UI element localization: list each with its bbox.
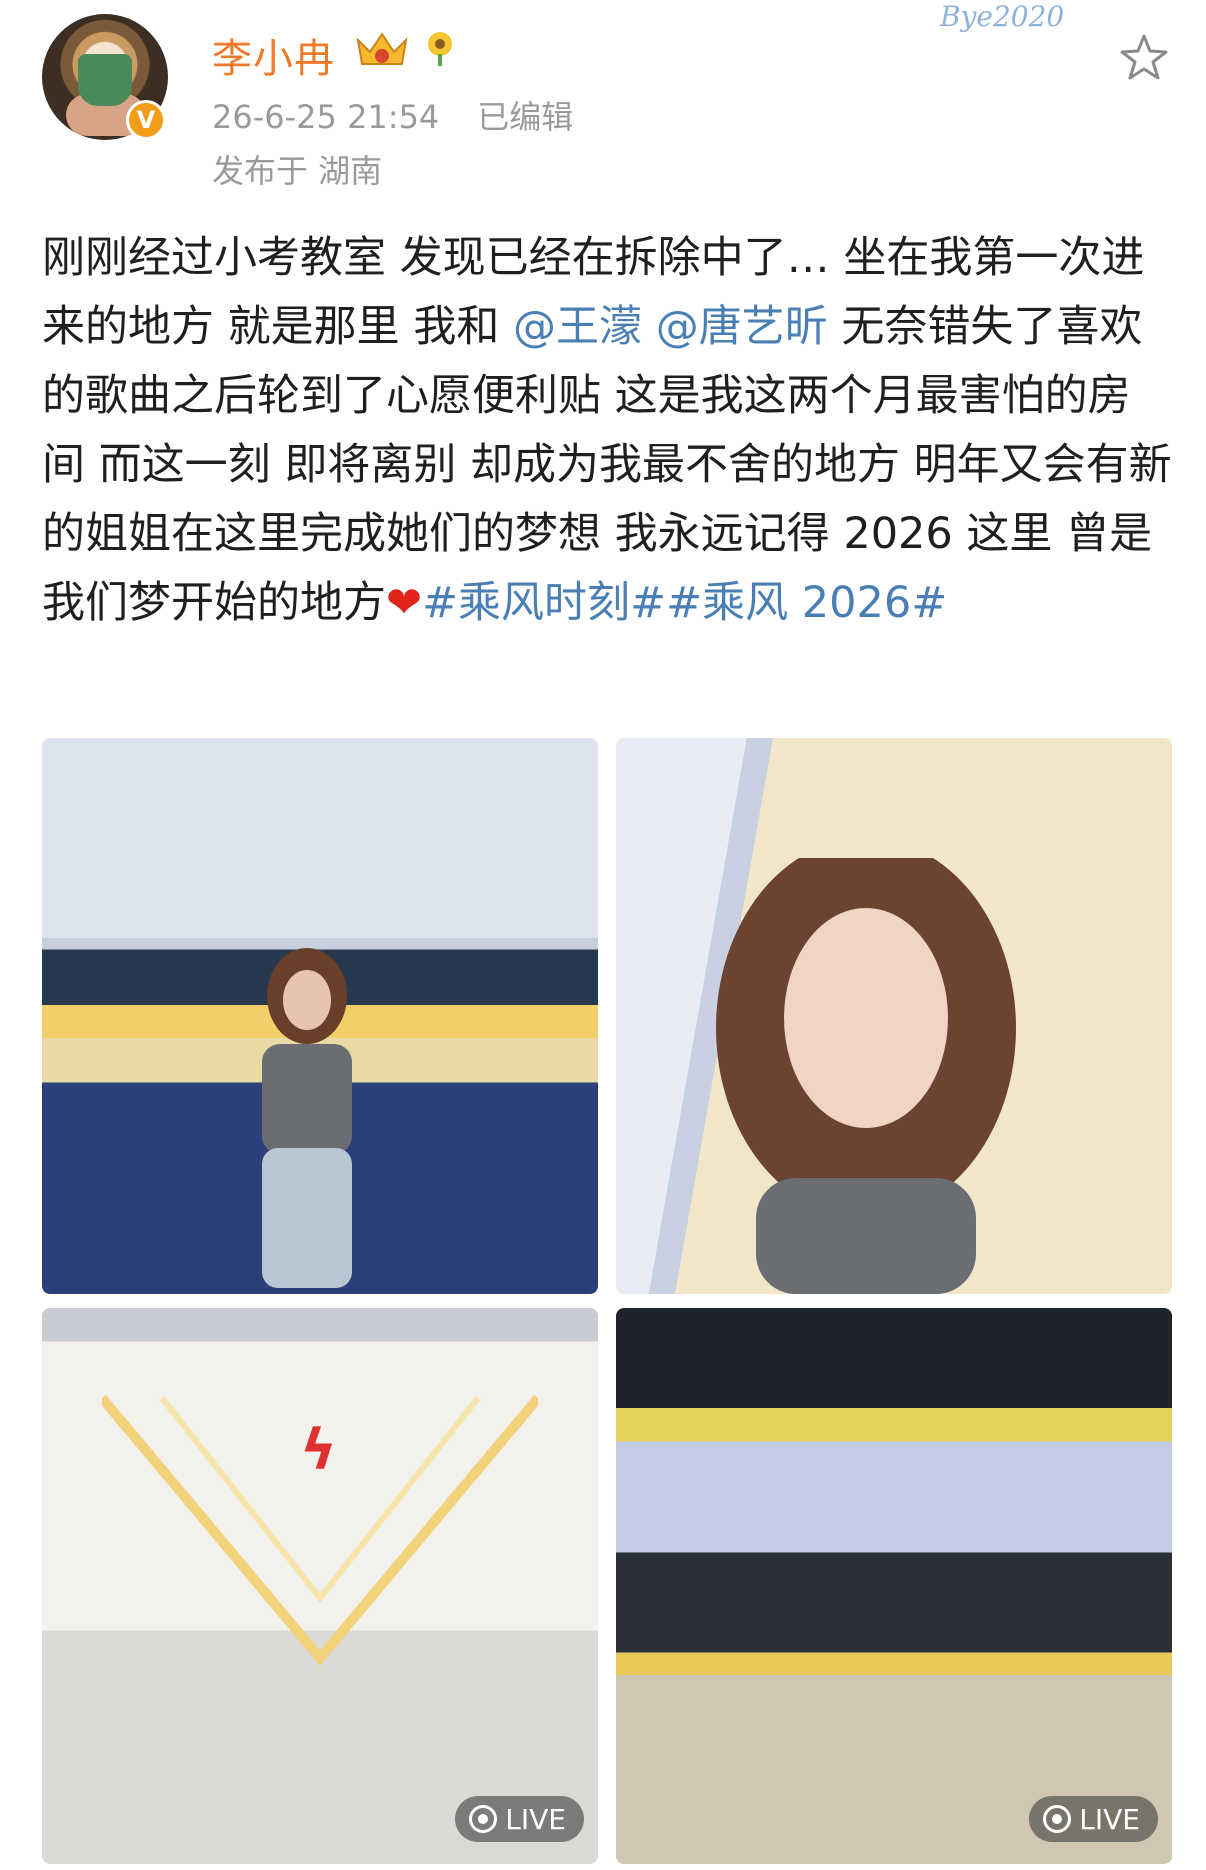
- photo-1[interactable]: [42, 738, 598, 1294]
- live-icon: [1043, 1805, 1072, 1833]
- username[interactable]: 李小冉: [212, 26, 335, 84]
- live-badge[interactable]: LIVE: [1029, 1796, 1158, 1842]
- location: 发布于 湖南: [212, 152, 383, 190]
- decoration-text: Bye2020: [940, 0, 1065, 33]
- photo-2[interactable]: [616, 738, 1172, 1294]
- post-body: 刚刚经过小考教室 发现已经在拆除中了… 坐在我第一次进来的地方 就是那里 我和 …: [42, 224, 1172, 638]
- hashtag-link[interactable]: #乘风时刻#: [422, 578, 666, 628]
- star-icon[interactable]: [1118, 32, 1170, 84]
- heart-icon: ❤: [386, 578, 423, 628]
- mention-link[interactable]: @唐艺昕: [656, 302, 828, 352]
- photo-3[interactable]: ϟ LIVE: [42, 1308, 598, 1864]
- live-badge[interactable]: LIVE: [455, 1796, 584, 1842]
- logo-icon: ϟ: [300, 1418, 337, 1483]
- post-header: V 李小冉 26-6-25 21:54 已编辑 发布于 湖南 Bye2020: [0, 0, 1206, 200]
- verified-icon: V: [126, 100, 166, 140]
- live-icon: [469, 1805, 498, 1833]
- sunflower-icon[interactable]: [420, 28, 460, 68]
- post-meta: 26-6-25 21:54 已编辑: [212, 92, 573, 138]
- photo-grid: ϟ LIVE LIVE: [42, 738, 1172, 1864]
- post-text: [642, 302, 656, 352]
- stage-v-shape: [102, 1394, 538, 1666]
- person-figure: [716, 858, 1016, 1294]
- hashtag-link[interactable]: #乘风 2026#: [666, 578, 947, 628]
- edited-label: 已编辑: [477, 98, 574, 136]
- crown-badge-icon[interactable]: [352, 26, 412, 70]
- photo-4[interactable]: LIVE: [616, 1308, 1172, 1864]
- timestamp: 26-6-25 21:54: [212, 98, 440, 136]
- person-figure: [262, 948, 352, 1288]
- mention-link[interactable]: @王濛: [513, 302, 642, 352]
